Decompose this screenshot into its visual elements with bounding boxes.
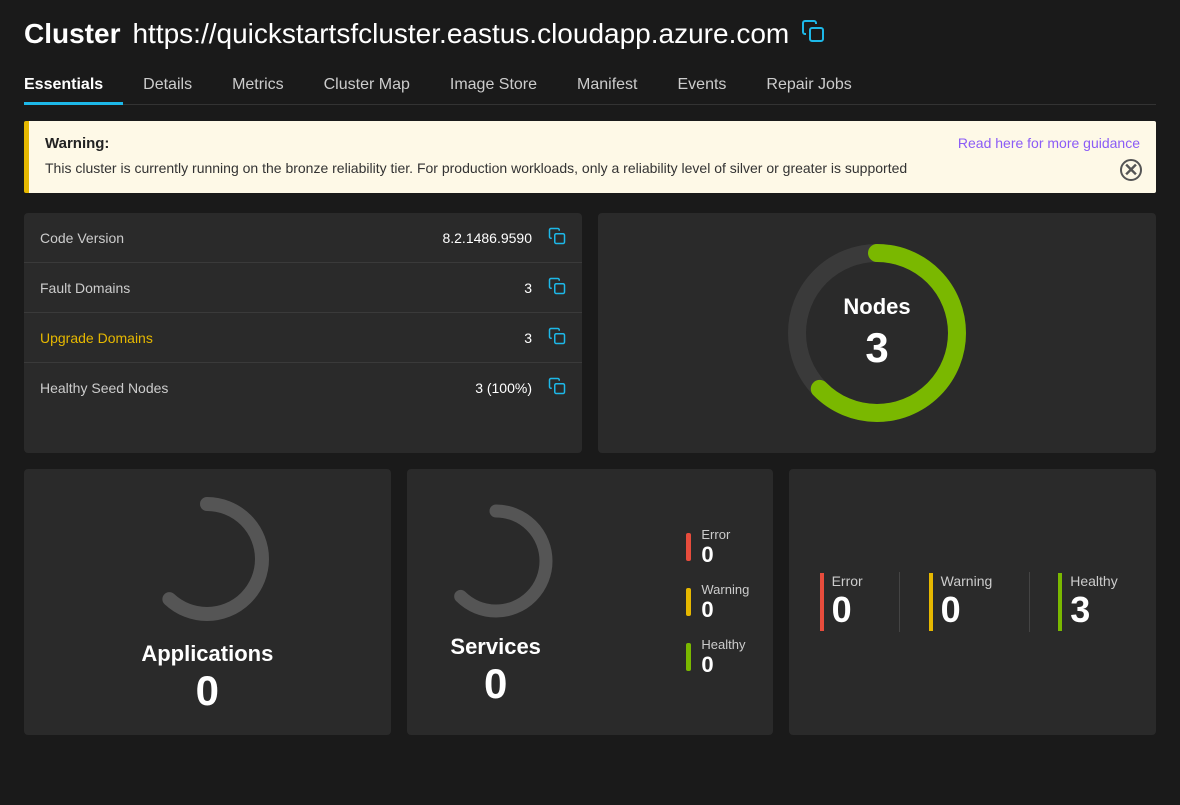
services-healthy-row: Healthy 0: [686, 637, 749, 678]
services-healthy-info: Healthy 0: [701, 637, 745, 678]
applications-panel: Applications 0: [24, 469, 391, 735]
tab-image-store[interactable]: Image Store: [430, 66, 557, 104]
services-healthy-label: Healthy: [701, 637, 745, 652]
applications-label: Applications: [141, 641, 273, 667]
nodes-divider-2: [1029, 572, 1030, 632]
services-healthy-bar: [686, 643, 691, 671]
copy-healthy-seed-nodes-icon[interactable]: [548, 377, 566, 398]
healthy-seed-nodes-value-row: 3 (100%): [475, 377, 566, 398]
services-warning-value: 0: [701, 597, 749, 623]
fault-domains-value-row: 3: [524, 277, 566, 298]
services-stats: Error 0 Warning 0 Healthy 0: [686, 527, 749, 678]
nodes-panel: Nodes 3: [598, 213, 1156, 453]
services-error-label: Error: [701, 527, 730, 542]
code-version-value-row: 8.2.1486.9590: [442, 227, 566, 248]
cluster-url: https://quickstartsfcluster.eastus.cloud…: [132, 18, 789, 50]
services-donut-svg: [431, 496, 561, 626]
nodes-label: Nodes: [843, 294, 910, 320]
tab-cluster-map[interactable]: Cluster Map: [304, 66, 430, 104]
services-error-row: Error 0: [686, 527, 749, 568]
fault-domains-value: 3: [524, 280, 532, 296]
code-version-value: 8.2.1486.9590: [442, 230, 532, 246]
tab-events[interactable]: Events: [658, 66, 747, 104]
nodes-healthy-stat: Healthy 3: [1058, 573, 1125, 631]
services-error-value: 0: [701, 542, 730, 568]
nodes-healthy-value: 3: [1070, 589, 1090, 631]
main-content: Warning: Read here for more guidance Thi…: [0, 105, 1180, 751]
services-left: Services 0: [431, 496, 561, 708]
nodes-donut-text: Nodes 3: [843, 294, 910, 372]
warning-banner: Warning: Read here for more guidance Thi…: [24, 121, 1156, 193]
nodes-healthy-label: Healthy: [1070, 573, 1117, 589]
nav-tabs: Essentials Details Metrics Cluster Map I…: [24, 66, 1156, 105]
nodes-warning-stat: Warning 0: [929, 573, 1001, 631]
copy-code-version-icon[interactable]: [548, 227, 566, 248]
services-donut-container: [431, 496, 561, 626]
copy-url-icon[interactable]: [801, 19, 825, 49]
healthy-seed-nodes-value: 3 (100%): [475, 380, 532, 396]
nodes-donut-container: Nodes 3: [777, 233, 977, 433]
services-healthy-value: 0: [701, 652, 745, 678]
tab-repair-jobs[interactable]: Repair Jobs: [746, 66, 871, 104]
warning-label: Warning:: [45, 135, 109, 152]
cluster-label: Cluster: [24, 18, 120, 50]
nodes-count: 3: [843, 324, 910, 372]
tab-essentials[interactable]: Essentials: [24, 66, 123, 104]
services-count: 0: [484, 660, 507, 708]
nodes-error-stat: Error 0: [820, 573, 871, 631]
services-warning-label: Warning: [701, 582, 749, 597]
tab-details[interactable]: Details: [123, 66, 212, 104]
nodes-error-label: Error: [832, 573, 863, 589]
tab-metrics[interactable]: Metrics: [212, 66, 304, 104]
info-panel: Code Version 8.2.1486.9590 Fault Domains…: [24, 213, 582, 453]
upgrade-domains-value-row: 3: [524, 327, 566, 348]
upgrade-domains-value: 3: [524, 330, 532, 346]
code-version-label: Code Version: [40, 230, 124, 246]
warning-guidance-link[interactable]: Read here for more guidance: [958, 135, 1140, 151]
info-row-upgrade-domains: Upgrade Domains 3: [24, 313, 582, 363]
healthy-seed-nodes-label: Healthy Seed Nodes: [40, 380, 168, 396]
warning-close-button[interactable]: ✕: [1120, 159, 1142, 181]
warning-banner-header: Warning: Read here for more guidance: [45, 135, 1140, 152]
nodes-bottom-panel: Error 0 Warning 0 Healthy 3: [789, 469, 1156, 735]
services-error-bar: [686, 533, 691, 561]
header: Cluster https://quickstartsfcluster.east…: [0, 0, 1180, 105]
nodes-error-value: 0: [832, 589, 852, 631]
copy-fault-domains-icon[interactable]: [548, 277, 566, 298]
info-grid: Code Version 8.2.1486.9590 Fault Domains…: [24, 213, 1156, 453]
services-warning-info: Warning 0: [701, 582, 749, 623]
info-row-code-version: Code Version 8.2.1486.9590: [24, 213, 582, 263]
info-row-healthy-seed-nodes: Healthy Seed Nodes 3 (100%): [24, 363, 582, 412]
services-warning-row: Warning 0: [686, 582, 749, 623]
bottom-grid: Applications 0 Services 0 Error: [24, 469, 1156, 735]
applications-count: 0: [196, 667, 219, 715]
nodes-warning-label: Warning: [941, 573, 993, 589]
applications-donut-svg: [137, 489, 277, 629]
services-warning-bar: [686, 588, 691, 616]
applications-donut-container: [137, 489, 277, 629]
info-row-fault-domains: Fault Domains 3: [24, 263, 582, 313]
tab-manifest[interactable]: Manifest: [557, 66, 657, 104]
nodes-warning-value: 0: [941, 589, 961, 631]
services-label: Services: [450, 634, 541, 660]
upgrade-domains-label: Upgrade Domains: [40, 330, 153, 346]
copy-upgrade-domains-icon[interactable]: [548, 327, 566, 348]
nodes-divider-1: [899, 572, 900, 632]
cluster-title-row: Cluster https://quickstartsfcluster.east…: [24, 18, 1156, 50]
warning-text: This cluster is currently running on the…: [45, 158, 1140, 179]
services-panel: Services 0 Error 0 Warning 0: [407, 469, 774, 735]
services-error-info: Error 0: [701, 527, 730, 568]
fault-domains-label: Fault Domains: [40, 280, 130, 296]
